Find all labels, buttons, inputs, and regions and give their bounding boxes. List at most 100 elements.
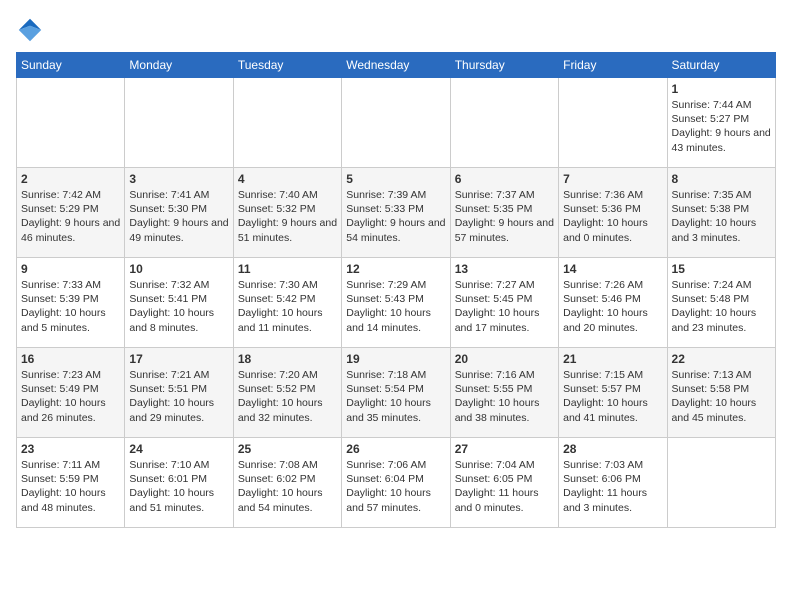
cell-daylight-info: Sunrise: 7:40 AM Sunset: 5:32 PM Dayligh…	[238, 188, 337, 245]
day-number: 2	[21, 172, 120, 186]
calendar-cell: 26 Sunrise: 7:06 AM Sunset: 6:04 PM Dayli…	[342, 438, 450, 528]
calendar-cell: 5 Sunrise: 7:39 AM Sunset: 5:33 PM Daylig…	[342, 168, 450, 258]
logo-icon	[16, 16, 44, 44]
calendar-cell: 19 Sunrise: 7:18 AM Sunset: 5:54 PM Dayli…	[342, 348, 450, 438]
day-number: 15	[672, 262, 771, 276]
calendar-cell: 8 Sunrise: 7:35 AM Sunset: 5:38 PM Daylig…	[667, 168, 775, 258]
calendar-cell: 25 Sunrise: 7:08 AM Sunset: 6:02 PM Dayli…	[233, 438, 341, 528]
cell-daylight-info: Sunrise: 7:33 AM Sunset: 5:39 PM Dayligh…	[21, 278, 120, 335]
day-header-monday: Monday	[125, 53, 233, 78]
day-number: 16	[21, 352, 120, 366]
day-number: 13	[455, 262, 554, 276]
calendar-week-row: 2 Sunrise: 7:42 AM Sunset: 5:29 PM Daylig…	[17, 168, 776, 258]
calendar-week-row: 23 Sunrise: 7:11 AM Sunset: 5:59 PM Dayli…	[17, 438, 776, 528]
logo	[16, 16, 48, 44]
day-number: 14	[563, 262, 662, 276]
calendar-cell: 16 Sunrise: 7:23 AM Sunset: 5:49 PM Dayli…	[17, 348, 125, 438]
day-header-tuesday: Tuesday	[233, 53, 341, 78]
calendar-cell: 22 Sunrise: 7:13 AM Sunset: 5:58 PM Dayli…	[667, 348, 775, 438]
day-number: 6	[455, 172, 554, 186]
cell-daylight-info: Sunrise: 7:15 AM Sunset: 5:57 PM Dayligh…	[563, 368, 662, 425]
day-number: 24	[129, 442, 228, 456]
calendar-cell: 10Sunrise: 7:32 AM Sunset: 5:41 PM Dayli…	[125, 258, 233, 348]
calendar-cell: 15 Sunrise: 7:24 AM Sunset: 5:48 PM Dayli…	[667, 258, 775, 348]
day-number: 27	[455, 442, 554, 456]
calendar-week-row: 1 Sunrise: 7:44 AM Sunset: 5:27 PM Daylig…	[17, 78, 776, 168]
day-number: 20	[455, 352, 554, 366]
calendar-table: SundayMondayTuesdayWednesdayThursdayFrid…	[16, 52, 776, 528]
cell-daylight-info: Sunrise: 7:26 AM Sunset: 5:46 PM Dayligh…	[563, 278, 662, 335]
day-number: 1	[672, 82, 771, 96]
calendar-cell: 9 Sunrise: 7:33 AM Sunset: 5:39 PM Daylig…	[17, 258, 125, 348]
day-number: 5	[346, 172, 445, 186]
day-number: 9	[21, 262, 120, 276]
calendar-cell: 23 Sunrise: 7:11 AM Sunset: 5:59 PM Dayli…	[17, 438, 125, 528]
calendar-cell: 21 Sunrise: 7:15 AM Sunset: 5:57 PM Dayli…	[559, 348, 667, 438]
day-number: 4	[238, 172, 337, 186]
calendar-cell: 7 Sunrise: 7:36 AM Sunset: 5:36 PM Daylig…	[559, 168, 667, 258]
day-number: 28	[563, 442, 662, 456]
day-number: 19	[346, 352, 445, 366]
day-number: 22	[672, 352, 771, 366]
calendar-cell: 11 Sunrise: 7:30 AM Sunset: 5:42 PM Dayli…	[233, 258, 341, 348]
calendar-cell: 20Sunrise: 7:16 AM Sunset: 5:55 PM Dayli…	[450, 348, 558, 438]
cell-daylight-info: Sunrise: 7:37 AM Sunset: 5:35 PM Dayligh…	[455, 188, 554, 245]
cell-daylight-info: Sunrise: 7:35 AM Sunset: 5:38 PM Dayligh…	[672, 188, 771, 245]
calendar-cell	[125, 78, 233, 168]
calendar-cell: 27 Sunrise: 7:04 AM Sunset: 6:05 PM Dayli…	[450, 438, 558, 528]
cell-daylight-info: Sunrise: 7:27 AM Sunset: 5:45 PM Dayligh…	[455, 278, 554, 335]
day-header-thursday: Thursday	[450, 53, 558, 78]
cell-daylight-info: Sunrise: 7:18 AM Sunset: 5:54 PM Dayligh…	[346, 368, 445, 425]
day-number: 23	[21, 442, 120, 456]
day-number: 10	[129, 262, 228, 276]
cell-daylight-info: Sunrise: 7:23 AM Sunset: 5:49 PM Dayligh…	[21, 368, 120, 425]
calendar-cell: 17Sunrise: 7:21 AM Sunset: 5:51 PM Dayli…	[125, 348, 233, 438]
calendar-cell: 28 Sunrise: 7:03 AM Sunset: 6:06 PM Dayli…	[559, 438, 667, 528]
calendar-cell	[667, 438, 775, 528]
day-number: 18	[238, 352, 337, 366]
cell-daylight-info: Sunrise: 7:42 AM Sunset: 5:29 PM Dayligh…	[21, 188, 120, 245]
cell-daylight-info: Sunrise: 7:20 AM Sunset: 5:52 PM Dayligh…	[238, 368, 337, 425]
calendar-cell: 4 Sunrise: 7:40 AM Sunset: 5:32 PM Daylig…	[233, 168, 341, 258]
cell-daylight-info: Sunrise: 7:24 AM Sunset: 5:48 PM Dayligh…	[672, 278, 771, 335]
calendar-cell: 14 Sunrise: 7:26 AM Sunset: 5:46 PM Dayli…	[559, 258, 667, 348]
day-number: 25	[238, 442, 337, 456]
day-number: 26	[346, 442, 445, 456]
cell-daylight-info: Sunrise: 7:11 AM Sunset: 5:59 PM Dayligh…	[21, 458, 120, 515]
cell-daylight-info: Sunrise: 7:10 AM Sunset: 6:01 PM Dayligh…	[129, 458, 228, 515]
calendar-cell	[17, 78, 125, 168]
calendar-cell: 6 Sunrise: 7:37 AM Sunset: 5:35 PM Daylig…	[450, 168, 558, 258]
cell-daylight-info: Sunrise: 7:29 AM Sunset: 5:43 PM Dayligh…	[346, 278, 445, 335]
cell-daylight-info: Sunrise: 7:39 AM Sunset: 5:33 PM Dayligh…	[346, 188, 445, 245]
calendar-cell	[450, 78, 558, 168]
calendar-cell	[233, 78, 341, 168]
calendar-week-row: 9 Sunrise: 7:33 AM Sunset: 5:39 PM Daylig…	[17, 258, 776, 348]
calendar-header-row: SundayMondayTuesdayWednesdayThursdayFrid…	[17, 53, 776, 78]
calendar-cell: 2 Sunrise: 7:42 AM Sunset: 5:29 PM Daylig…	[17, 168, 125, 258]
cell-daylight-info: Sunrise: 7:21 AM Sunset: 5:51 PM Dayligh…	[129, 368, 228, 425]
cell-daylight-info: Sunrise: 7:44 AM Sunset: 5:27 PM Dayligh…	[672, 98, 771, 155]
day-header-saturday: Saturday	[667, 53, 775, 78]
cell-daylight-info: Sunrise: 7:04 AM Sunset: 6:05 PM Dayligh…	[455, 458, 554, 515]
page-header	[16, 16, 776, 44]
calendar-cell: 1 Sunrise: 7:44 AM Sunset: 5:27 PM Daylig…	[667, 78, 775, 168]
day-number: 3	[129, 172, 228, 186]
day-number: 11	[238, 262, 337, 276]
day-header-friday: Friday	[559, 53, 667, 78]
cell-daylight-info: Sunrise: 7:08 AM Sunset: 6:02 PM Dayligh…	[238, 458, 337, 515]
cell-daylight-info: Sunrise: 7:13 AM Sunset: 5:58 PM Dayligh…	[672, 368, 771, 425]
day-number: 8	[672, 172, 771, 186]
cell-daylight-info: Sunrise: 7:30 AM Sunset: 5:42 PM Dayligh…	[238, 278, 337, 335]
calendar-cell	[342, 78, 450, 168]
cell-daylight-info: Sunrise: 7:03 AM Sunset: 6:06 PM Dayligh…	[563, 458, 662, 515]
calendar-cell: 24 Sunrise: 7:10 AM Sunset: 6:01 PM Dayli…	[125, 438, 233, 528]
cell-daylight-info: Sunrise: 7:36 AM Sunset: 5:36 PM Dayligh…	[563, 188, 662, 245]
day-number: 12	[346, 262, 445, 276]
day-header-sunday: Sunday	[17, 53, 125, 78]
calendar-cell: 18 Sunrise: 7:20 AM Sunset: 5:52 PM Dayli…	[233, 348, 341, 438]
day-number: 21	[563, 352, 662, 366]
calendar-cell: 13 Sunrise: 7:27 AM Sunset: 5:45 PM Dayli…	[450, 258, 558, 348]
day-number: 7	[563, 172, 662, 186]
cell-daylight-info: Sunrise: 7:41 AM Sunset: 5:30 PM Dayligh…	[129, 188, 228, 245]
cell-daylight-info: Sunrise: 7:06 AM Sunset: 6:04 PM Dayligh…	[346, 458, 445, 515]
